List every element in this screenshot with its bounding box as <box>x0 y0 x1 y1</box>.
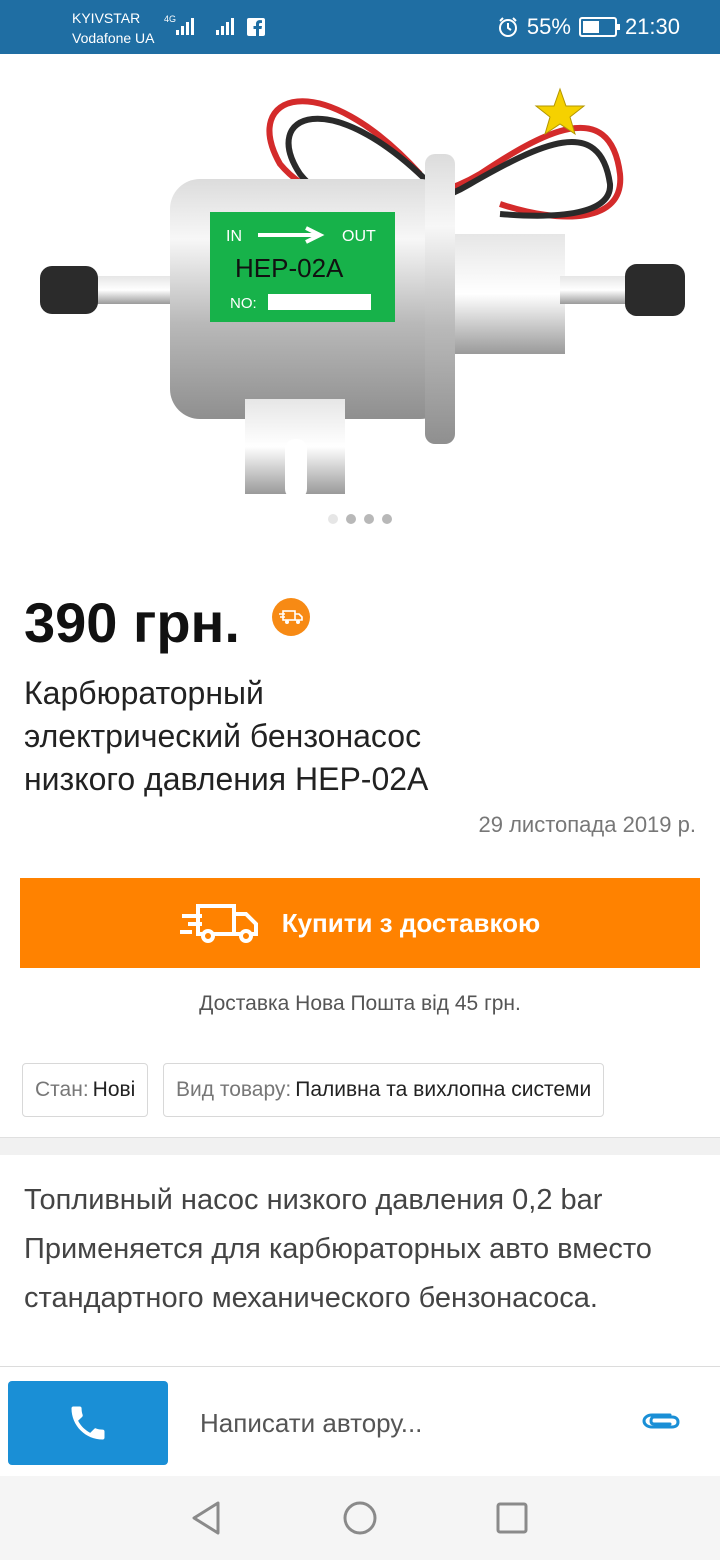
delivery-badge <box>272 598 310 636</box>
price: 390 грн. <box>24 591 240 654</box>
battery-icon <box>578 17 620 37</box>
clock: 21:30 <box>624 14 680 39</box>
image-no: NO: <box>230 295 257 312</box>
carousel-dot[interactable] <box>346 514 356 524</box>
chip-value: Нові <box>92 1078 136 1101</box>
carrier-2: Vodafone UA <box>72 30 155 46</box>
image-label-in: IN <box>226 228 242 245</box>
recents-icon[interactable] <box>496 1500 528 1536</box>
delivery-note: Доставка Нова Пошта від 45 грн. <box>199 992 521 1015</box>
battery-percent: 55% <box>526 14 571 39</box>
phone-icon <box>71 1406 105 1440</box>
product-image[interactable]: IN OUT HEP-02A NO: <box>0 54 720 514</box>
attachment-icon[interactable] <box>640 1407 684 1435</box>
signal-icon <box>176 18 194 35</box>
status-bar: KYIVSTAR Vodafone UA 4G 55% 21:30 <box>0 0 720 54</box>
post-date: 29 листопада 2019 р. <box>478 812 696 837</box>
alarm-icon <box>498 17 517 37</box>
message-input[interactable] <box>200 1403 600 1443</box>
delivery-truck-icon <box>179 904 258 943</box>
product-title: Карбюраторный электрический бензонасос н… <box>24 675 429 797</box>
system-nav-bar <box>0 1476 720 1560</box>
carousel-dot[interactable] <box>364 514 374 524</box>
buy-button-label: Купити з доставкою <box>281 907 541 938</box>
battery-fill <box>582 21 600 33</box>
fuel-pump-image: IN OUT HEP-02A NO: <box>40 87 685 499</box>
carrier-1: KYIVSTAR <box>72 10 141 26</box>
home-icon[interactable] <box>342 1500 378 1536</box>
carrier-info: KYIVSTAR Vodafone UA <box>72 8 155 48</box>
buy-with-delivery-button[interactable]: Купити з доставкою <box>20 878 700 968</box>
carousel-dot[interactable] <box>328 514 338 524</box>
carousel-dot[interactable] <box>382 514 392 524</box>
message-bar <box>0 1366 720 1476</box>
attribute-chip-condition[interactable]: Стан: Нові <box>22 1063 149 1117</box>
facebook-icon <box>247 18 265 36</box>
image-model: HEP-02A <box>235 253 344 283</box>
section-divider <box>0 1137 720 1155</box>
back-icon[interactable] <box>190 1500 222 1536</box>
image-label-out: OUT <box>342 228 376 245</box>
chip-key: Стан: <box>35 1078 89 1101</box>
truck-icon <box>279 610 303 624</box>
carousel-dots[interactable] <box>0 514 720 524</box>
chip-key: Вид товару: <box>176 1078 292 1101</box>
product-description: Топливный насос низкого давления 0,2 bar… <box>24 1184 652 1314</box>
call-button[interactable] <box>8 1381 168 1465</box>
signal-icon-2 <box>216 18 234 35</box>
status-right: 55% 21:30 <box>497 14 680 40</box>
chip-value: Паливна та вихлопна системи <box>295 1078 592 1101</box>
attribute-chip-category[interactable]: Вид товару: Паливна та вихлопна системи <box>163 1063 605 1117</box>
